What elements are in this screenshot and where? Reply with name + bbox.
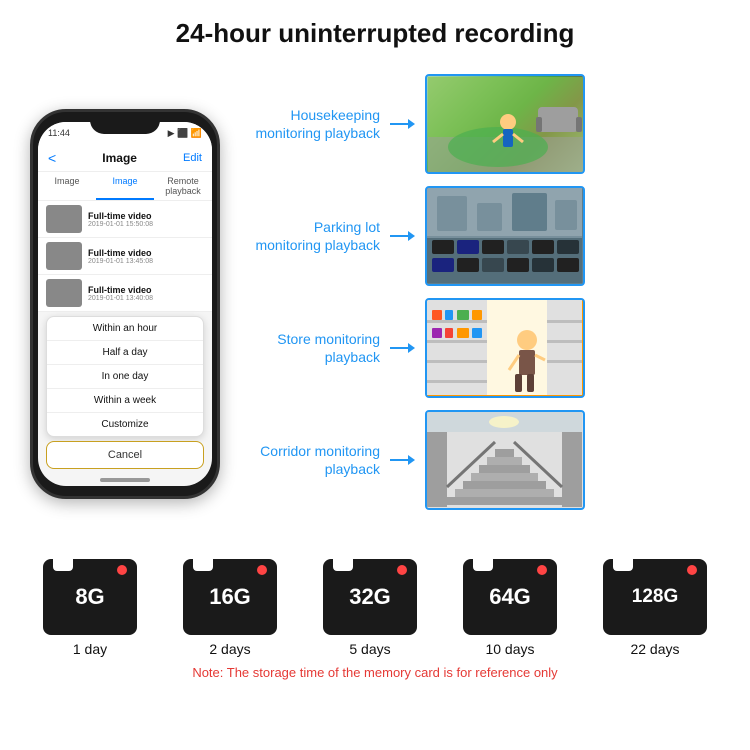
phone-edit-button[interactable]: Edit (183, 152, 202, 164)
sd-card-16g: 16G (183, 559, 277, 635)
phone-dropdown-within-hour[interactable]: Within an hour (47, 317, 203, 341)
monitoring-image-corridor (425, 410, 585, 510)
phone-time: 11:44 (48, 128, 70, 138)
page-header: 24-hour uninterrupted recording (0, 0, 750, 59)
phone-dropdown-week[interactable]: Within a week (47, 389, 203, 413)
phone-item-title-2: Full-time video (88, 248, 204, 258)
sd-card-notch-16g (193, 559, 213, 571)
sd-card-64g: 64G (463, 559, 557, 635)
connector-arrow-4 (408, 455, 415, 465)
phone-thumb-3 (46, 279, 82, 307)
connector-arrow-3 (408, 343, 415, 353)
phone-cancel-button[interactable]: Cancel (46, 441, 204, 469)
monitoring-label-parking: Parking lotmonitoring playback (240, 218, 380, 254)
phone-back-button[interactable]: < (48, 150, 56, 166)
sd-card-item-32g: 32G 5 days (323, 559, 417, 657)
sd-days-64g: 10 days (485, 641, 534, 657)
monitoring-row-parking: Parking lotmonitoring playback (240, 181, 730, 291)
connector-line-3 (390, 347, 408, 349)
sd-card-128g: 128G (603, 559, 707, 635)
phone-icons: ▶ ⬛ 📶 (168, 128, 202, 139)
note-text: Note: The storage time of the memory car… (20, 665, 730, 680)
sd-cards-row: 8G 1 day 16G 2 days 32G 5 days 64G 10 da… (20, 559, 730, 657)
housekeeping-illustration (428, 77, 583, 172)
sd-card-notch-8g (53, 559, 73, 571)
phone-tab-image2[interactable]: Image (96, 172, 154, 200)
phone-item-date-3: 2019-01-01 13:40:08 (88, 295, 204, 302)
phone-nav-bar: < Image Edit (38, 144, 212, 172)
sd-card-notch-32g (333, 559, 353, 571)
sd-card-size-64g: 64G (489, 584, 531, 610)
sd-card-item-8g: 8G 1 day (43, 559, 137, 657)
parking-illustration (427, 188, 582, 283)
sd-card-item-128g: 128G 22 days (603, 559, 707, 657)
sd-days-32g: 5 days (349, 641, 390, 657)
sd-card-8g: 8G (43, 559, 137, 635)
monitoring-image-parking (425, 186, 585, 286)
phone-notch (90, 112, 160, 134)
phone-tab-image[interactable]: Image (38, 172, 96, 200)
monitoring-row-store: Store monitoringplayback (240, 293, 730, 403)
phone-list-item-3[interactable]: Full-time video 2019-01-01 13:40:08 (38, 275, 212, 312)
sd-card-notch-64g (473, 559, 493, 571)
phone-tabs: Image Image Remote playback (38, 172, 212, 201)
phone-item-title-3: Full-time video (88, 285, 204, 295)
phone-item-info-1: Full-time video 2019-01-01 15:50:08 (88, 211, 204, 228)
monitoring-row-housekeeping: Housekeepingmonitoring playback (240, 69, 730, 179)
sd-card-size-128g: 128G (632, 586, 678, 608)
sd-days-16g: 2 days (209, 641, 250, 657)
phone-tab-remote[interactable]: Remote playback (154, 172, 212, 200)
connector-arrow-2 (408, 231, 415, 241)
monitoring-label-housekeeping: Housekeepingmonitoring playback (240, 106, 380, 142)
phone-dropdown-half-day[interactable]: Half a day (47, 341, 203, 365)
phone-dropdown-customize[interactable]: Customize (47, 413, 203, 436)
phone-item-date-1: 2019-01-01 15:50:08 (88, 221, 204, 228)
phone-home-indicator (100, 478, 150, 482)
sd-card-size-8g: 8G (75, 584, 104, 610)
monitoring-image-housekeeping (425, 74, 585, 174)
main-content: 11:44 ▶ ⬛ 📶 < Image Edit Image Image Rem… (0, 59, 750, 549)
phone-thumb-2 (46, 242, 82, 270)
corridor-illustration (427, 412, 582, 507)
connector-line-4 (390, 459, 408, 461)
phone-list-item-1[interactable]: Full-time video 2019-01-01 15:50:08 (38, 201, 212, 238)
phone-container: 11:44 ▶ ⬛ 📶 < Image Edit Image Image Rem… (20, 59, 230, 549)
phone-item-date-2: 2019-01-01 13:45:08 (88, 258, 204, 265)
sd-card-size-16g: 16G (209, 584, 251, 610)
sd-days-8g: 1 day (73, 641, 107, 657)
sd-days-128g: 22 days (630, 641, 679, 657)
phone-screen: 11:44 ▶ ⬛ 📶 < Image Edit Image Image Rem… (38, 122, 212, 486)
page-title: 24-hour uninterrupted recording (0, 18, 750, 49)
connector-line-2 (390, 235, 408, 237)
sd-card-notch-128g (613, 559, 633, 571)
phone-item-title-1: Full-time video (88, 211, 204, 221)
sd-card-32g: 32G (323, 559, 417, 635)
phone-nav-title: Image (102, 151, 137, 165)
phone-item-info-3: Full-time video 2019-01-01 13:40:08 (88, 285, 204, 302)
sd-card-item-64g: 64G 10 days (463, 559, 557, 657)
sd-card-size-32g: 32G (349, 584, 391, 610)
connector-arrow-1 (408, 119, 415, 129)
store-illustration (427, 300, 582, 395)
bottom-section: 8G 1 day 16G 2 days 32G 5 days 64G 10 da… (0, 549, 750, 685)
right-panel: Housekeepingmonitoring playback (240, 59, 730, 549)
monitoring-image-store (425, 298, 585, 398)
phone-list-item-2[interactable]: Full-time video 2019-01-01 13:45:08 (38, 238, 212, 275)
connector-line-1 (390, 123, 408, 125)
phone-mockup: 11:44 ▶ ⬛ 📶 < Image Edit Image Image Rem… (30, 109, 220, 499)
monitoring-row-corridor: Corridor monitoringplayback (240, 405, 730, 515)
phone-dropdown-one-day[interactable]: In one day (47, 365, 203, 389)
phone-item-info-2: Full-time video 2019-01-01 13:45:08 (88, 248, 204, 265)
phone-thumb-1 (46, 205, 82, 233)
monitoring-label-corridor: Corridor monitoringplayback (240, 442, 380, 478)
sd-card-item-16g: 16G 2 days (183, 559, 277, 657)
phone-dropdown: Within an hour Half a day In one day Wit… (46, 316, 204, 437)
monitoring-label-store: Store monitoringplayback (240, 330, 380, 366)
